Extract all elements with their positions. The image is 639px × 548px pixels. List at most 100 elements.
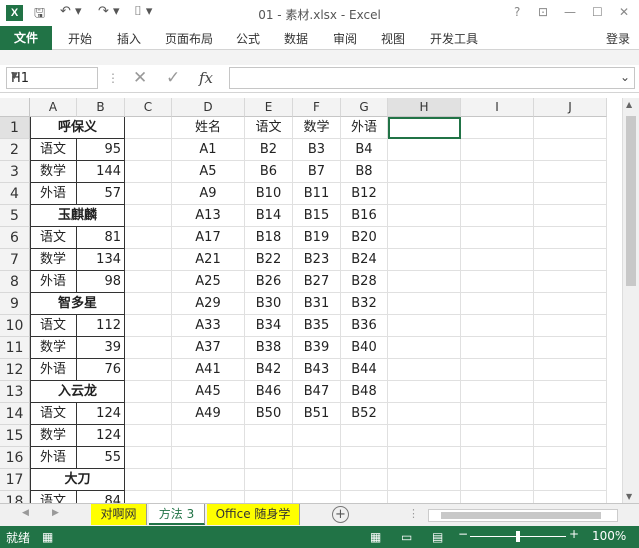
cell-h11[interactable] <box>388 337 461 359</box>
formula-input[interactable]: ⌄ <box>229 67 635 89</box>
spreadsheet-grid[interactable]: ABCDEFGHIJ 1 2 3 4 5 6 7 8 9 10 11 12 13 14 15 16 17 18 呼… <box>0 98 622 503</box>
name-box[interactable]: H1 ▼ <box>6 67 98 89</box>
cell-h12[interactable] <box>388 359 461 381</box>
scroll-up-icon[interactable]: ▲ <box>626 100 632 109</box>
cell-a2[interactable]: 语文 <box>30 139 77 161</box>
cell-e1[interactable]: 语文 <box>245 117 293 139</box>
cell-e7[interactable]: B22 <box>245 249 293 271</box>
cell-f1[interactable]: 数学 <box>293 117 341 139</box>
cell-i15[interactable] <box>461 425 534 447</box>
cell-a6[interactable]: 语文 <box>30 227 77 249</box>
cell-i8[interactable] <box>461 271 534 293</box>
cell-e6[interactable]: B18 <box>245 227 293 249</box>
cell-a14[interactable]: 语文 <box>30 403 77 425</box>
cell-a16[interactable]: 外语 <box>30 447 77 469</box>
cell-g10[interactable]: B36 <box>341 315 388 337</box>
cell-g1[interactable]: 外语 <box>341 117 388 139</box>
cell-e4[interactable]: B10 <box>245 183 293 205</box>
cell-a4[interactable]: 外语 <box>30 183 77 205</box>
cell-g4[interactable]: B12 <box>341 183 388 205</box>
tab-page-layout[interactable]: 页面布局 <box>165 30 213 47</box>
sheet-tab-3[interactable]: Office 随身学 <box>207 504 300 525</box>
cell-f2[interactable]: B3 <box>293 139 341 161</box>
cell-f18[interactable] <box>293 491 341 503</box>
close-icon[interactable]: ✕ <box>619 5 629 19</box>
cell-a18[interactable]: 语文 <box>30 491 77 503</box>
row-header-4[interactable]: 4 <box>0 183 30 205</box>
cell-e3[interactable]: B6 <box>245 161 293 183</box>
row-header-1[interactable]: 1 <box>0 117 30 139</box>
cell-d10[interactable]: A33 <box>172 315 245 337</box>
cell-b18[interactable]: 84 <box>77 491 125 503</box>
column-header-e[interactable]: E <box>245 98 293 117</box>
cell-c17[interactable] <box>125 469 172 491</box>
cell-d4[interactable]: A9 <box>172 183 245 205</box>
ribbon-display-icon[interactable]: ⊡ <box>538 5 548 19</box>
row-header-3[interactable]: 3 <box>0 161 30 183</box>
cell-c13[interactable] <box>125 381 172 403</box>
cell-i1[interactable] <box>461 117 534 139</box>
cell-g16[interactable] <box>341 447 388 469</box>
row-header-6[interactable]: 6 <box>0 227 30 249</box>
cell-b10[interactable]: 112 <box>77 315 125 337</box>
tab-developer[interactable]: 开发工具 <box>430 30 478 47</box>
normal-view-icon[interactable]: ▦ <box>370 530 381 544</box>
maximize-icon[interactable]: ☐ <box>592 5 603 19</box>
cell-i7[interactable] <box>461 249 534 271</box>
cancel-icon[interactable]: ✕ <box>133 68 147 88</box>
cell-e15[interactable] <box>245 425 293 447</box>
cell-e8[interactable]: B26 <box>245 271 293 293</box>
cell-d2[interactable]: A1 <box>172 139 245 161</box>
insert-function-icon[interactable]: fx <box>199 69 213 87</box>
cell-i17[interactable] <box>461 469 534 491</box>
cell-j12[interactable] <box>534 359 607 381</box>
cell-b11[interactable]: 39 <box>77 337 125 359</box>
cell-g11[interactable]: B40 <box>341 337 388 359</box>
macro-record-icon[interactable]: ▦ <box>42 530 53 544</box>
cell-c6[interactable] <box>125 227 172 249</box>
cell-g17[interactable] <box>341 469 388 491</box>
cell-i5[interactable] <box>461 205 534 227</box>
cell-j16[interactable] <box>534 447 607 469</box>
cell-f7[interactable]: B23 <box>293 249 341 271</box>
cell-j5[interactable] <box>534 205 607 227</box>
cell-j14[interactable] <box>534 403 607 425</box>
cell-f5[interactable]: B15 <box>293 205 341 227</box>
scroll-down-icon[interactable]: ▼ <box>626 492 632 501</box>
cell-g7[interactable]: B24 <box>341 249 388 271</box>
cell-e2[interactable]: B2 <box>245 139 293 161</box>
row-header-18[interactable]: 18 <box>0 491 30 503</box>
vertical-scroll-thumb[interactable] <box>626 116 636 286</box>
cell-e16[interactable] <box>245 447 293 469</box>
cell-c11[interactable] <box>125 337 172 359</box>
column-header-b[interactable]: B <box>77 98 125 117</box>
cell-j6[interactable] <box>534 227 607 249</box>
merged-name-cell[interactable]: 大刀 <box>30 469 125 491</box>
cell-i3[interactable] <box>461 161 534 183</box>
cell-f15[interactable] <box>293 425 341 447</box>
enter-icon[interactable]: ✓ <box>166 68 180 88</box>
cell-b8[interactable]: 98 <box>77 271 125 293</box>
next-sheet-icon[interactable]: ▶ <box>52 508 59 518</box>
help-icon[interactable]: ? <box>514 5 520 19</box>
cell-h4[interactable] <box>388 183 461 205</box>
column-header-c[interactable]: C <box>125 98 172 117</box>
cell-c5[interactable] <box>125 205 172 227</box>
cell-j17[interactable] <box>534 469 607 491</box>
page-layout-view-icon[interactable]: ▭ <box>401 530 412 544</box>
cell-a15[interactable]: 数学 <box>30 425 77 447</box>
cell-g2[interactable]: B4 <box>341 139 388 161</box>
expand-formula-icon[interactable]: ⌄ <box>620 70 630 84</box>
cell-h7[interactable] <box>388 249 461 271</box>
cell-e18[interactable] <box>245 491 293 503</box>
cell-d13[interactable]: A45 <box>172 381 245 403</box>
cell-j13[interactable] <box>534 381 607 403</box>
vertical-scrollbar[interactable]: ▲ ▼ <box>622 98 639 503</box>
cell-b14[interactable]: 124 <box>77 403 125 425</box>
cell-j8[interactable] <box>534 271 607 293</box>
cell-h9[interactable] <box>388 293 461 315</box>
column-header-f[interactable]: F <box>293 98 341 117</box>
zoom-knob[interactable] <box>516 531 520 542</box>
tab-home[interactable]: 开始 <box>68 30 92 47</box>
row-header-12[interactable]: 12 <box>0 359 30 381</box>
